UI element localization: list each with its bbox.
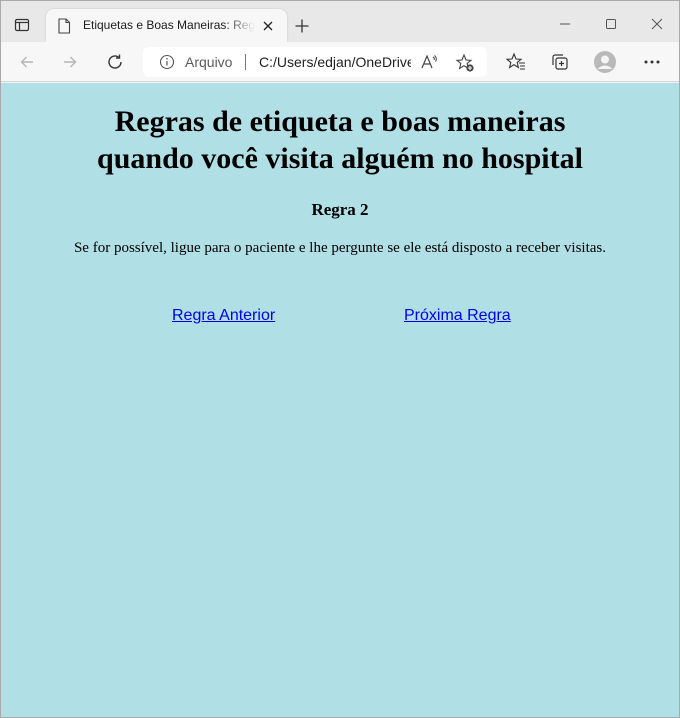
page-viewport: Regras de etiqueta e boas maneiras quand… [1,83,679,717]
browser-window: Etiquetas e Boas Maneiras: Regra 2 [0,0,680,718]
site-info-label[interactable]: Arquivo [185,54,232,70]
tab-title: Etiquetas e Boas Maneiras: Regra 2 [83,18,255,32]
maximize-icon[interactable] [600,13,622,35]
read-aloud-icon[interactable] [420,53,438,71]
page-title: Regras de etiqueta e boas maneiras quand… [1,103,679,177]
add-favorite-icon[interactable] [455,53,475,73]
page-title-line-1: Regras de etiqueta e boas maneiras [114,105,566,138]
forward-arrow-icon[interactable] [57,50,83,74]
refresh-icon[interactable] [102,50,128,74]
page-title-line-2: quando você visita alguém no hospital [97,142,583,175]
minimize-icon[interactable] [554,13,576,35]
rule-heading: Regra 2 [311,200,369,219]
rule-text: Se for possível, ligue para o paciente e… [73,240,607,256]
collections-icon[interactable] [547,50,573,74]
browser-toolbar: Arquivo C:/Users/edjan/OneDrive/Regras.h… [1,42,679,82]
address-bar[interactable]: Arquivo C:/Users/edjan/OneDrive/Regras.h… [143,47,487,77]
profile-avatar-icon[interactable] [592,50,618,74]
next-rule-link[interactable]: Próxima Regra [404,307,511,325]
close-tab-icon[interactable] [259,17,277,35]
tab-actions-icon[interactable] [11,14,33,36]
back-arrow-icon[interactable] [14,50,40,74]
page-icon [57,18,71,34]
new-tab-icon[interactable] [291,15,313,37]
more-options-icon[interactable] [639,50,665,74]
tab-strip: Etiquetas e Boas Maneiras: Regra 2 [1,1,679,42]
address-divider [245,54,246,70]
close-window-icon[interactable] [646,13,668,35]
url-text[interactable]: C:/Users/edjan/OneDrive/Regras.html [259,54,411,70]
info-icon[interactable] [159,54,175,70]
browser-tab[interactable]: Etiquetas e Boas Maneiras: Regra 2 [46,9,287,42]
previous-rule-link[interactable]: Regra Anterior [172,307,275,325]
favorites-icon[interactable] [503,50,529,74]
